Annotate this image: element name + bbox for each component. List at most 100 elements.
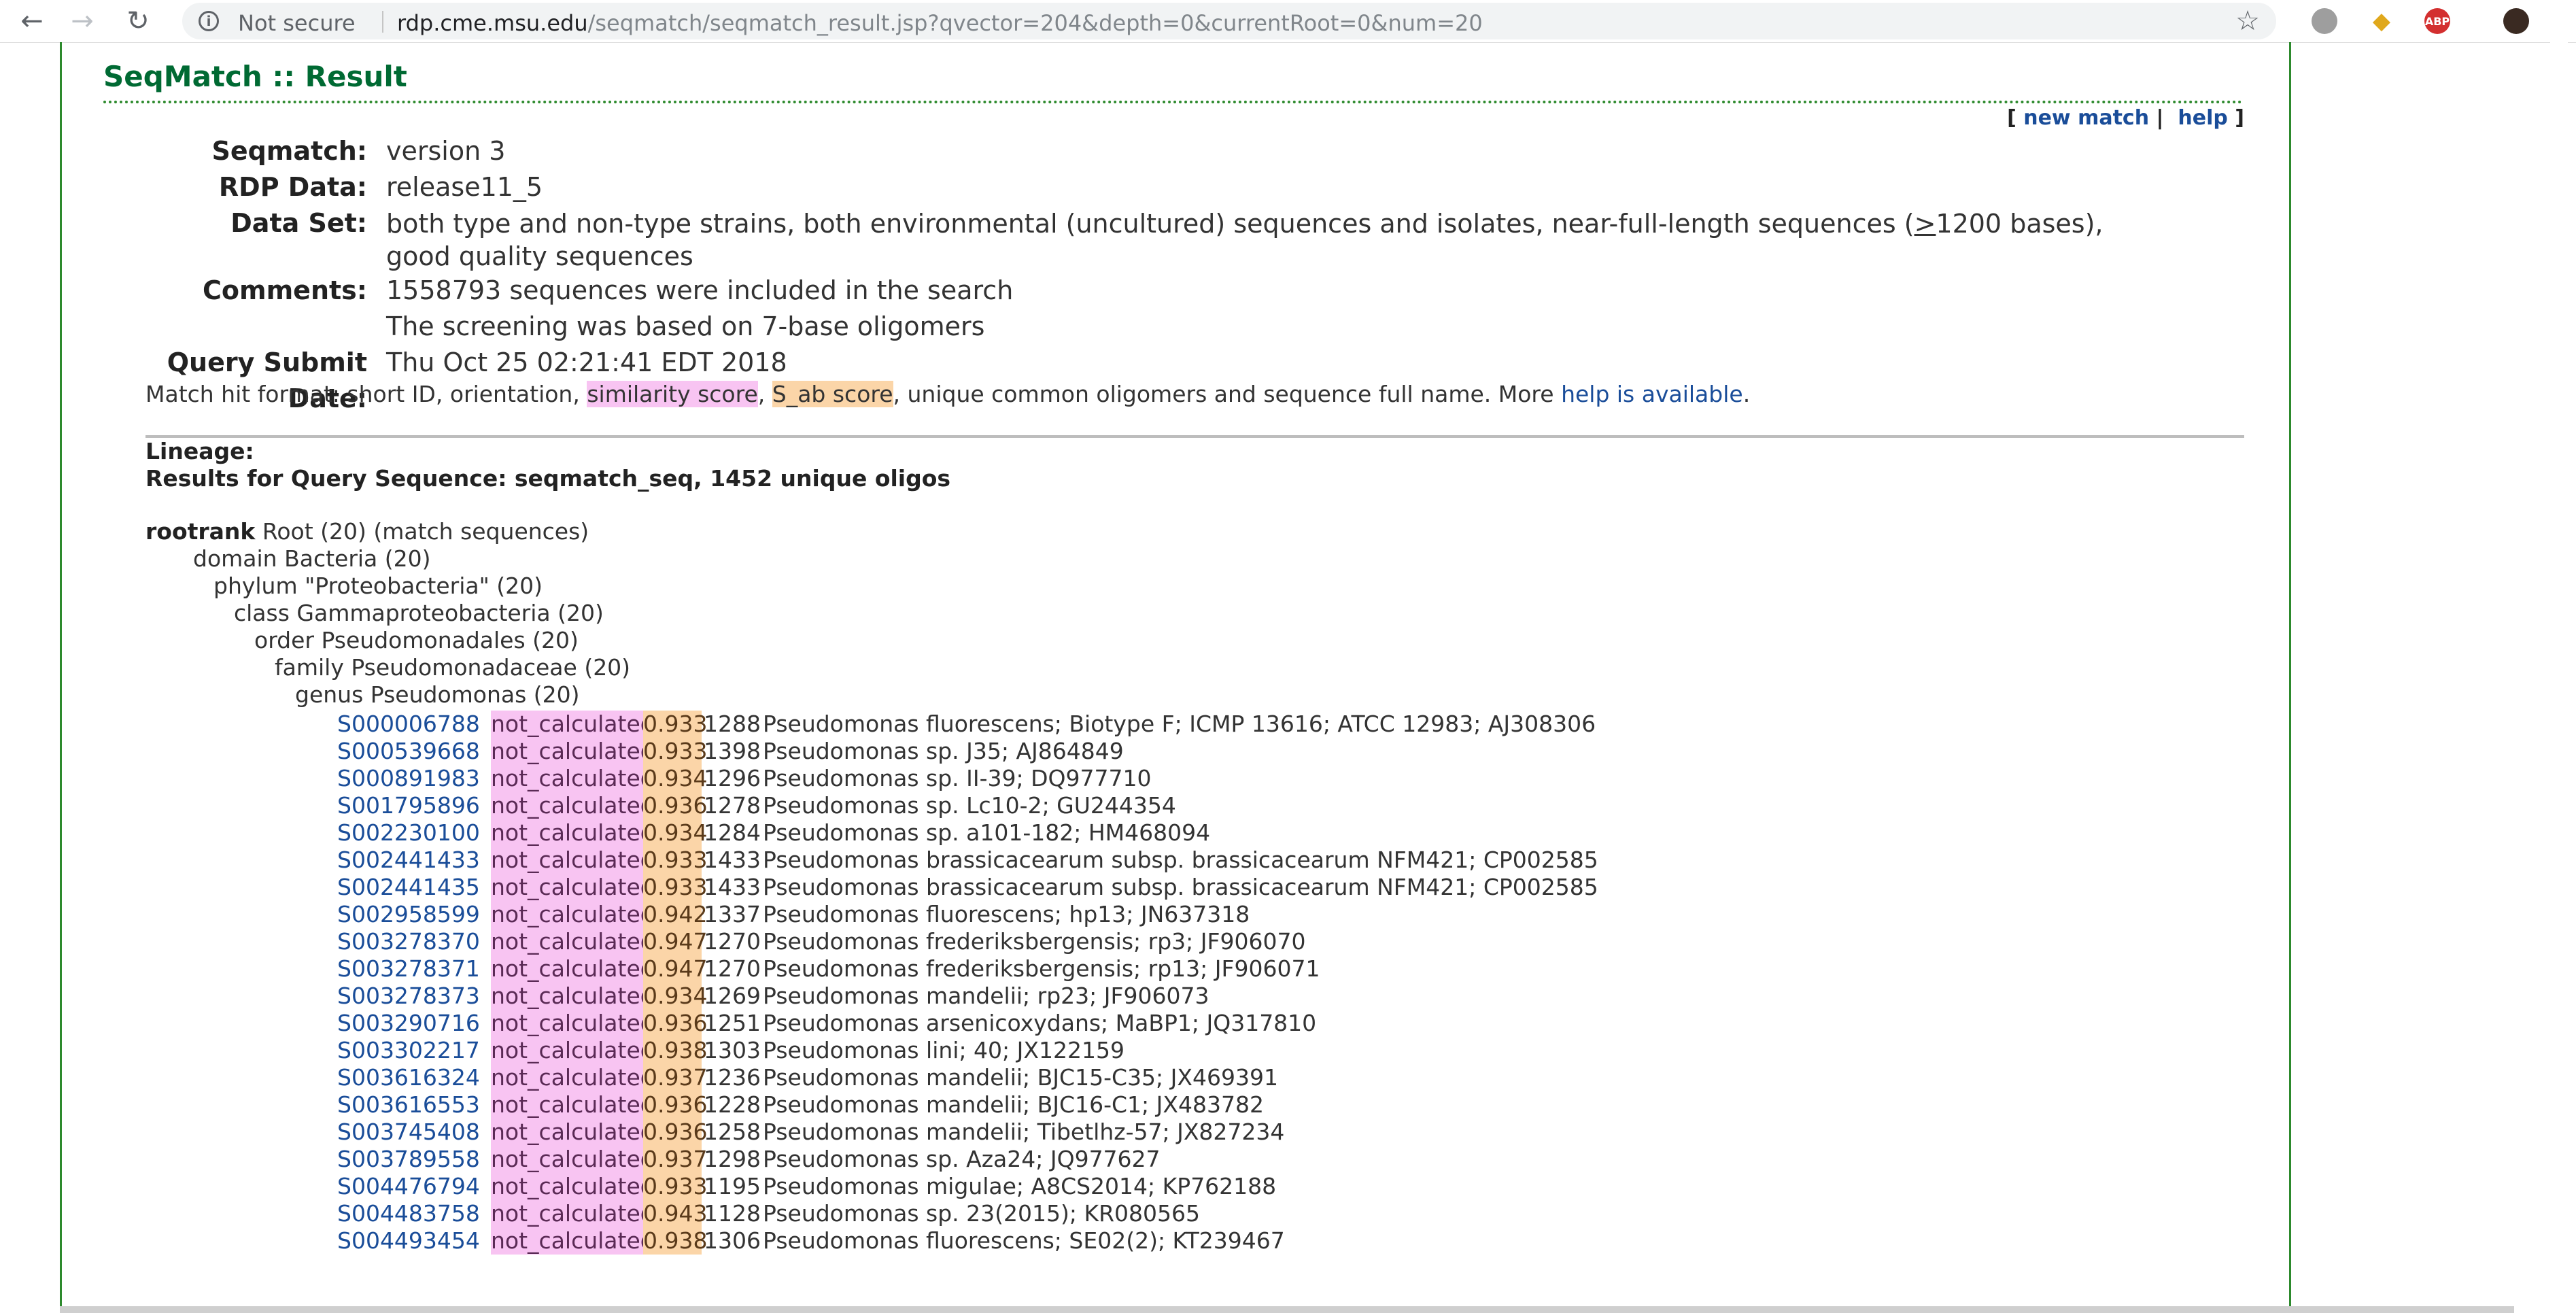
sab-score: 0.942 xyxy=(643,901,708,928)
oligo-count: 1258 xyxy=(704,1119,761,1145)
abp-extension-icon[interactable]: ABP xyxy=(2424,8,2450,34)
sequence-name: Pseudomonas frederiksbergensis; rp3; JF9… xyxy=(763,928,1306,955)
back-icon[interactable]: ← xyxy=(15,4,49,38)
gte-symbol: > xyxy=(1914,209,1936,239)
help-available-link[interactable]: help is available xyxy=(1561,381,1743,407)
sequence-name: Pseudomonas frederiksbergensis; rp13; JF… xyxy=(763,955,1320,982)
url-text[interactable]: rdp.cme.msu.edu/seqmatch/seqmatch_result… xyxy=(383,10,1483,36)
sab-score: 0.937 xyxy=(643,1146,708,1173)
url-path: /seqmatch/seqmatch_result.jsp?qvector=20… xyxy=(587,10,1483,36)
hit-row: S003789558 not_calculated 0.937 1298 Pseudom… xyxy=(337,1146,1598,1173)
info-value: release11_5 xyxy=(386,172,543,202)
sequence-id-link[interactable]: S003616324 xyxy=(337,1064,491,1091)
sequence-id-link[interactable]: S002441433 xyxy=(337,847,491,874)
similarity-score: not_calculated xyxy=(491,1010,655,1037)
sequence-id-link[interactable]: S004483758 xyxy=(337,1200,491,1227)
oligo-count: 1284 xyxy=(704,819,761,846)
info-icon[interactable]: i xyxy=(199,11,219,31)
diamond-extension-icon[interactable]: ◆ xyxy=(2369,7,2394,35)
similarity-score: not_calculated xyxy=(491,847,655,874)
sequence-id-link[interactable]: S003278370 xyxy=(337,928,491,955)
oligo-count: 1433 xyxy=(704,847,761,873)
sequence-id-link[interactable]: S003278371 xyxy=(337,955,491,983)
sequence-name: Pseudomonas brassicacearum subsp. brassi… xyxy=(763,847,1598,873)
help-link[interactable]: help xyxy=(2178,106,2227,130)
new-match-link[interactable]: new match xyxy=(2023,106,2149,130)
sequence-name: Pseudomonas arsenicoxydans; MaBP1; JQ317… xyxy=(763,1010,1317,1036)
sequence-id-link[interactable]: S004476794 xyxy=(337,1173,491,1200)
data-set-text: both type and non-type strains, both env… xyxy=(386,209,1914,239)
sequence-id-link[interactable]: S000539668 xyxy=(337,738,491,765)
similarity-score: not_calculated xyxy=(491,1119,655,1146)
hit-row: S003290716 not_calculated 0.936 1251 Pseudom… xyxy=(337,1010,1598,1037)
browser-toolbar: ← → ↻ i Not secure rdp.cme.msu.edu/seqma… xyxy=(0,0,2576,43)
sab-score: 0.933 xyxy=(643,1173,708,1200)
format-text: , unique common oligomers and sequence f… xyxy=(893,381,1562,407)
reload-icon[interactable]: ↻ xyxy=(121,4,155,38)
hit-row: S002441433 not_calculated 0.933 1433 Pseudom… xyxy=(337,847,1598,874)
tree-node-phylum: phylum "Proteobacteria" (20) xyxy=(213,573,543,599)
hit-row: S004476794 not_calculated 0.933 1195 Pseudom… xyxy=(337,1173,1598,1200)
tree-node-genus: genus Pseudomonas (20) xyxy=(295,681,580,708)
oligo-count: 1303 xyxy=(704,1037,761,1063)
address-bar[interactable]: i Not secure rdp.cme.msu.edu/seqmatch/se… xyxy=(182,3,2276,39)
similarity-score: not_calculated xyxy=(491,1227,655,1255)
tree-node-order: order Pseudomonadales (20) xyxy=(254,627,579,653)
sequence-id-link[interactable]: S003616553 xyxy=(337,1091,491,1119)
sequence-name: Pseudomonas mandelii; rp23; JF906073 xyxy=(763,983,1209,1009)
sequence-id-link[interactable]: S003278373 xyxy=(337,983,491,1010)
similarity-score: not_calculated xyxy=(491,955,655,983)
info-label: Data Set: xyxy=(230,208,367,238)
format-text: , xyxy=(757,381,772,407)
oligo-count: 1296 xyxy=(704,765,761,791)
info-row-rdp-data: RDP Data: release11_5 xyxy=(102,169,2154,205)
sab-score: 0.934 xyxy=(643,819,708,847)
forward-icon[interactable]: → xyxy=(65,4,99,38)
sequence-id-link[interactable]: S000891983 xyxy=(337,765,491,792)
hit-row: S000006788 not_calculated 0.933 1288 Pseudom… xyxy=(337,711,1598,738)
star-icon[interactable]: ☆ xyxy=(2235,5,2260,37)
sequence-id-link[interactable]: S000006788 xyxy=(337,711,491,738)
info-row-comments: Comments: 1558793 sequences were include… xyxy=(102,273,2154,345)
horizontal-scrollbar[interactable] xyxy=(60,1306,2514,1313)
hit-row: S003278373 not_calculated 0.934 1269 Pseudom… xyxy=(337,983,1598,1010)
sab-score: 0.936 xyxy=(643,1010,708,1037)
sab-score: 0.936 xyxy=(643,792,708,819)
sequence-id-link[interactable]: S001795896 xyxy=(337,792,491,819)
info-label: RDP Data: xyxy=(218,172,367,202)
info-label: Seqmatch: xyxy=(211,136,367,166)
similarity-score: not_calculated xyxy=(491,901,655,928)
sab-score: 0.947 xyxy=(643,928,708,955)
sequence-name: Pseudomonas mandelii; BJC15-C35; JX46939… xyxy=(763,1064,1278,1091)
vertical-scrollbar[interactable] xyxy=(2550,7,2568,1299)
oligo-count: 1337 xyxy=(704,901,761,927)
info-row-seqmatch: Seqmatch: version 3 xyxy=(102,133,2154,169)
sab-score: 0.933 xyxy=(643,874,708,901)
elephant-extension-icon[interactable] xyxy=(2312,8,2337,34)
info-value: version 3 xyxy=(386,136,506,166)
sab-score: 0.943 xyxy=(643,1200,708,1227)
sequence-name: Pseudomonas sp. 23(2015); KR080565 xyxy=(763,1200,1201,1227)
similarity-score: not_calculated xyxy=(491,792,655,819)
sequence-id-link[interactable]: S003302217 xyxy=(337,1037,491,1064)
sequence-id-link[interactable]: S002230100 xyxy=(337,819,491,847)
similarity-score: not_calculated xyxy=(491,1173,655,1200)
sequence-id-link[interactable]: S002958599 xyxy=(337,901,491,928)
sequence-id-link[interactable]: S002441435 xyxy=(337,874,491,901)
hit-row: S002441435 not_calculated 0.933 1433 Pseudom… xyxy=(337,874,1598,901)
similarity-score: not_calculated xyxy=(491,1091,655,1119)
sab-score: 0.936 xyxy=(643,1119,708,1146)
sequence-id-link[interactable]: S003290716 xyxy=(337,1010,491,1037)
sequence-id-link[interactable]: S003745408 xyxy=(337,1119,491,1146)
info-table: Seqmatch: version 3 RDP Data: release11_… xyxy=(102,133,2154,417)
sequence-name: Pseudomonas sp. Lc10-2; GU244354 xyxy=(763,792,1176,819)
hit-row: S001795896 not_calculated 0.936 1278 Pseudom… xyxy=(337,792,1598,819)
similarity-score: not_calculated xyxy=(491,983,655,1010)
sequence-id-link[interactable]: S003789558 xyxy=(337,1146,491,1173)
sequence-id-link[interactable]: S004493454 xyxy=(337,1227,491,1255)
profile-avatar[interactable] xyxy=(2503,8,2529,34)
sequence-name: Pseudomonas lini; 40; JX122159 xyxy=(763,1037,1124,1063)
comment-line-2: The screening was based on 7-base oligom… xyxy=(386,311,985,341)
sab-score: 0.937 xyxy=(643,1064,708,1091)
similarity-score: not_calculated xyxy=(491,874,655,901)
